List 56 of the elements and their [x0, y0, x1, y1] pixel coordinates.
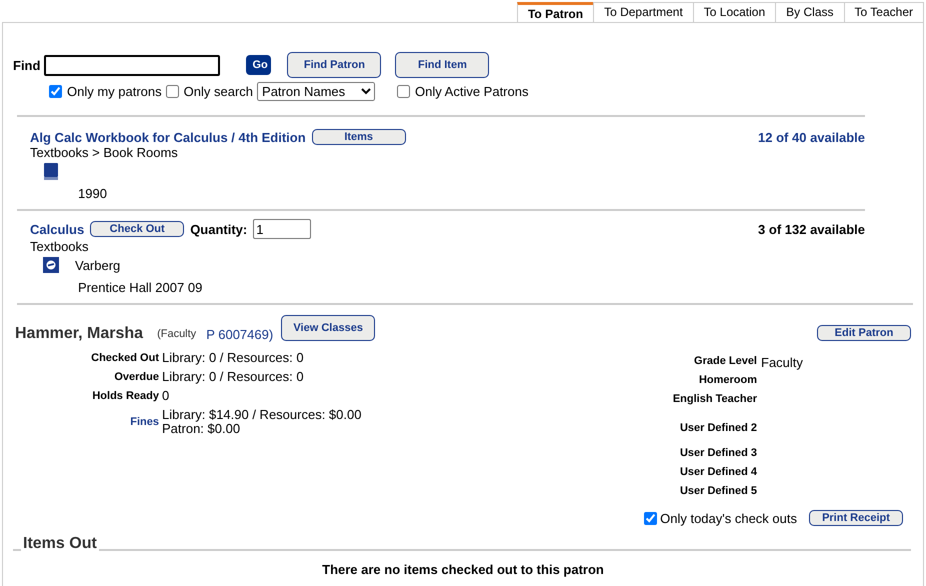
field-label: User Defined 2 [678, 421, 757, 436]
stat-value: 0 [162, 389, 170, 403]
patron-name: Hammer, Marsha [15, 325, 144, 343]
stat-value: Library: 0 / Resources: 0 [162, 351, 305, 365]
print-receipt-button[interactable]: Print Receipt [809, 510, 903, 526]
section-title: Items Out [23, 536, 97, 552]
field-label: Homeroom [698, 374, 757, 388]
empty-message: There are no items checked out to this patron [321, 562, 605, 577]
view-classes-button[interactable]: View Classes [281, 315, 376, 341]
item-button[interactable]: Check Out [90, 221, 184, 237]
item-title-link[interactable]: Calculus [30, 222, 84, 236]
checkbox-label: Only my patrons [67, 84, 162, 99]
quantity-label: Quantity: [190, 222, 248, 236]
item-author: Varberg [75, 258, 120, 272]
edit-patron-button[interactable]: Edit Patron [817, 325, 911, 341]
go-button[interactable]: Go [246, 55, 272, 75]
tab[interactable]: To Patron [516, 2, 594, 22]
stat-value: Library: $14.90 / Resources: $0.00 [162, 408, 362, 422]
tab[interactable]: To Teacher [844, 2, 924, 22]
checkbox[interactable] [49, 85, 62, 98]
stat-label: Overdue [113, 371, 159, 383]
item-button[interactable]: Items [312, 129, 406, 145]
find-field[interactable] [44, 54, 220, 76]
stat-value: Patron: $0.00 [162, 422, 242, 436]
checkbox-label: Only Active Patrons [415, 84, 528, 99]
field-label: User Defined 5 [678, 485, 757, 499]
item-details: 1990 [78, 186, 108, 201]
checkbox-label: Only search [184, 84, 254, 99]
field-value: Faculty [761, 355, 803, 370]
fines-link[interactable]: Fines [15, 416, 159, 428]
quantity-field[interactable]: 1 [253, 219, 312, 239]
stat-label: Checked Out [90, 352, 159, 364]
stat-value: Library: 0 / Resources: 0 [162, 370, 305, 384]
book-icon [43, 162, 59, 180]
availability-text: 3 of 132 available [758, 222, 865, 236]
checkbox[interactable] [644, 512, 658, 524]
field-label: User Defined 3 [678, 447, 757, 461]
item-path: Textbooks [30, 239, 90, 254]
field-label: English Teacher [672, 393, 757, 407]
checkbox[interactable] [397, 85, 410, 98]
item-path: Textbooks > Book Rooms [30, 145, 179, 160]
patron-id: P 6007469) [206, 326, 274, 342]
availability-text: 12 of 40 available [758, 130, 865, 144]
item-details: Prentice Hall 2007 09 [78, 280, 204, 295]
ebook-icon [43, 257, 59, 273]
checkbox-label: Only today's check outs [660, 510, 797, 526]
find-button[interactable]: Find Item [395, 52, 490, 78]
checkbox[interactable] [166, 85, 179, 98]
stat-label: Holds Ready [91, 390, 159, 402]
field-label: User Defined 4 [678, 466, 757, 480]
item-title-link[interactable]: Alg Calc Workbook for Calculus / 4th Edition [30, 130, 306, 144]
search-select[interactable]: Patron Names [257, 82, 376, 101]
find-label: Find [13, 58, 40, 72]
find-button[interactable]: Find Patron [287, 52, 382, 78]
patron-type: (Faculty [157, 328, 196, 340]
field-label: Grade Level [693, 355, 757, 369]
